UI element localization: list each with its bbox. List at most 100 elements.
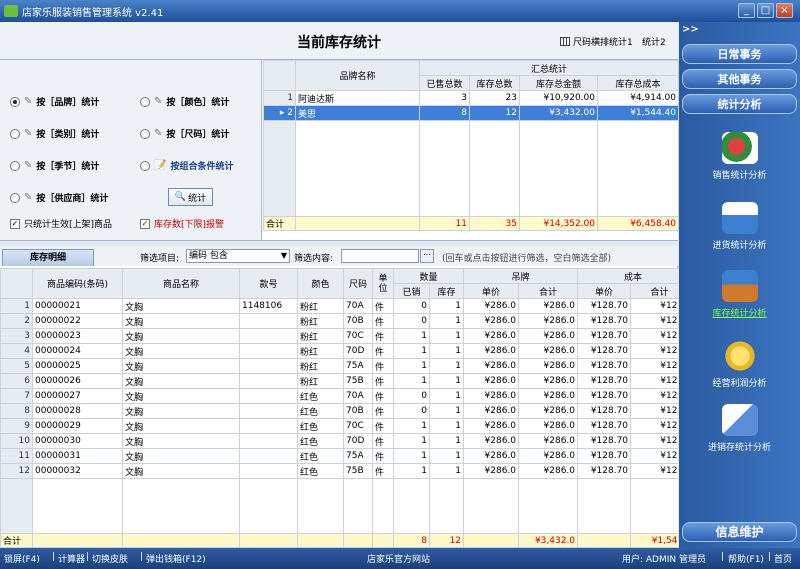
stock-cell: 1 — [428, 403, 465, 419]
help-link[interactable]: 帮助(F1) — [728, 552, 764, 565]
option-by-category[interactable]: ✎ 按［类别］统计 — [10, 127, 99, 140]
col-size[interactable]: 尺码 — [343, 268, 373, 299]
stock-alarm-checkbox[interactable]: ✓ 库存数[下限]报警 — [140, 217, 224, 230]
unit-cell: 件 — [372, 388, 394, 404]
stat-options-panel: ✎ 按［品牌］统计 ✎ 按［颜色］统计 ✎ 按［类别］统计 ✎ 按［尺码］统计 ✎ 按［季… — [0, 60, 262, 240]
table-row[interactable]: 12 00000032 文胸 红色 75B 件 1 1 ¥286.0 ¥286.0 ¥128.70 ¥… — [0, 463, 678, 479]
size-horizontal-stat-link[interactable]: 尺码横排统计1 — [560, 35, 633, 48]
stat2-link[interactable]: 统计2 — [642, 35, 666, 48]
radio-button[interactable] — [10, 160, 20, 171]
col-stock[interactable]: 库存总数 — [469, 75, 520, 91]
col-color[interactable]: 颜色 — [297, 268, 344, 299]
minimize-button[interactable]: _ — [738, 3, 755, 18]
col-tag-sum[interactable]: 合计 — [518, 283, 579, 299]
row-index: 4 — [0, 343, 33, 359]
table-row[interactable]: 5 00000025 文胸 粉红 75A 件 1 1 ¥286.0 ¥286.0 ¥128.70 ¥1… — [0, 358, 678, 374]
user-info: 用户: ADMIN 管理员 — [622, 555, 706, 565]
checkbox[interactable]: ✓ — [140, 218, 150, 229]
nav-daily-affairs[interactable]: 日常事务 — [682, 44, 797, 64]
option-label: 按［季节］统计 — [36, 162, 100, 172]
col-brand[interactable]: 品牌名称 — [295, 60, 420, 91]
filter-go-button[interactable]: ⋯ — [420, 249, 434, 263]
table-row[interactable]: 1 阿迪达斯 3 23 ¥10,920.00 ¥4,914.00 — [263, 90, 680, 106]
sidebar-item-psi-stat[interactable]: 进销存统计分析 — [679, 404, 800, 453]
option-by-supplier[interactable]: ✎ 按［供应商］统计 — [10, 191, 108, 204]
pin-icon: ✎ — [154, 128, 163, 139]
row-index: 10 — [0, 433, 33, 449]
app-icon — [4, 5, 18, 17]
row-index: 11 — [0, 448, 33, 464]
sidebar-item-stock-stat[interactable]: 库存统计分析 — [679, 270, 800, 319]
col-sold[interactable]: 已销 — [393, 283, 430, 299]
table-row-selected[interactable]: ▸ 2 美思 8 12 ¥3,432.00 ¥1,544.40 — [263, 105, 680, 121]
stat-button[interactable]: 🔍 统计 — [168, 188, 213, 206]
col-sold[interactable]: 已售总数 — [419, 75, 470, 91]
option-by-combined[interactable]: 📝 按组合条件统计 — [140, 159, 233, 172]
only-active-goods-checkbox[interactable]: ✓ 只统计生效[上架]商品 — [10, 217, 112, 230]
col-unit[interactable]: 单位 — [372, 268, 394, 299]
col-model[interactable]: 款号 — [239, 268, 298, 299]
nav-stat-analysis[interactable]: 统计分析 — [682, 94, 797, 114]
col-tag-price[interactable]: 单价 — [463, 283, 520, 299]
lock-screen-link[interactable]: 锁屏(F4) — [4, 552, 40, 565]
price-cell: ¥286.0 — [463, 403, 520, 419]
col-cost-price[interactable]: 单价 — [577, 283, 632, 299]
tab-stock-detail[interactable]: 库存明细 — [2, 249, 94, 266]
table-row[interactable]: 1 00000021 文胸 1148106 粉红 70A 件 0 1 ¥286.0 ¥286.0 ¥1… — [0, 298, 678, 314]
table-row[interactable]: 8 00000028 文胸 红色 70B 件 0 1 ¥286.0 ¥286.0 ¥128.70 ¥1… — [0, 403, 678, 419]
cash-drawer-link[interactable]: 弹出钱箱(F12) — [146, 552, 206, 565]
option-by-size[interactable]: ✎ 按［尺码］统计 — [140, 127, 229, 140]
csum-cell: ¥128. — [630, 388, 678, 404]
table-row[interactable]: 10 00000030 文胸 红色 70D 件 1 1 ¥286.0 ¥286.0 ¥128.70 ¥… — [0, 433, 678, 449]
col-name[interactable]: 商品名称 — [122, 268, 240, 299]
pin-icon: ✎ — [24, 128, 33, 139]
table-row[interactable]: 9 00000029 文胸 红色 70C 件 1 1 ¥286.0 ¥286.0 ¥128.70 ¥1… — [0, 418, 678, 434]
radio-button[interactable] — [10, 96, 20, 107]
total-sold: 11 — [419, 216, 470, 231]
radio-button[interactable] — [10, 192, 20, 203]
filter-content-input[interactable] — [341, 249, 419, 263]
checkbox[interactable]: ✓ — [10, 218, 20, 229]
model-cell — [239, 373, 298, 389]
radio-button[interactable] — [140, 96, 150, 107]
table-row[interactable]: 4 00000024 文胸 粉红 70D 件 1 1 ¥286.0 ¥286.0 ¥128.70 ¥1… — [0, 343, 678, 359]
row-index: 9 — [0, 418, 33, 434]
table-row[interactable]: 6 00000026 文胸 粉红 75B 件 1 1 ¥286.0 ¥286.0 ¥128.70 ¥1… — [0, 373, 678, 389]
radio-button[interactable] — [10, 128, 20, 139]
table-row[interactable]: 7 00000027 文胸 红色 70A 件 0 1 ¥286.0 ¥286.0 ¥128.70 ¥1… — [0, 388, 678, 404]
nav-info-maintenance[interactable]: 信息维护 — [682, 522, 797, 542]
sidebar-item-label: 进销存统计分析 — [707, 443, 771, 453]
sidebar-item-profit-stat[interactable]: 经营利润分析 — [679, 340, 800, 389]
table-row[interactable]: 3 00000023 文胸 粉红 70C 件 1 1 ¥286.0 ¥286.0 ¥128.70 ¥1… — [0, 328, 678, 344]
home-link[interactable]: 首页 — [774, 552, 792, 565]
option-by-color[interactable]: ✎ 按［颜色］统计 — [140, 95, 229, 108]
name-cell: 文胸 — [122, 448, 240, 464]
table-row[interactable]: 11 00000031 文胸 红色 75A 件 1 1 ¥286.0 ¥286.0 ¥128.70 ¥… — [0, 448, 678, 464]
option-by-season[interactable]: ✎ 按［季节］统计 — [10, 159, 99, 172]
maximize-button[interactable]: □ — [757, 3, 774, 18]
col-code[interactable]: 商品编码(条码) — [32, 268, 123, 299]
stock-cell: 1 — [428, 388, 465, 404]
radio-button[interactable] — [140, 128, 150, 139]
sidebar-item-sales-stat[interactable]: 销售统计分析 — [679, 132, 800, 181]
option-by-brand[interactable]: ✎ 按［品牌］统计 — [10, 95, 99, 108]
table-row[interactable]: 2 00000022 文胸 粉红 70B 件 0 1 ¥286.0 ¥286.0 ¥128.70 ¥1… — [0, 313, 678, 329]
name-cell: 文胸 — [122, 373, 240, 389]
sidebar-item-purchase-stat[interactable]: 进货统计分析 — [679, 202, 800, 251]
calculator-link[interactable]: 计算器 — [58, 552, 85, 565]
radio-button[interactable] — [140, 160, 150, 171]
name-cell: 文胸 — [122, 298, 240, 314]
col-stock[interactable]: 库存 — [428, 283, 465, 299]
col-amount[interactable]: 库存总金额 — [519, 75, 598, 91]
group-header: 汇总统计 — [418, 60, 680, 76]
pin-icon: ✎ — [24, 160, 33, 171]
col-cost[interactable]: 库存总成本 — [596, 75, 680, 91]
collapse-toggle[interactable]: >> — [682, 24, 699, 35]
close-button[interactable]: × — [776, 3, 793, 18]
nav-other-affairs[interactable]: 其他事务 — [682, 69, 797, 89]
switch-skin-link[interactable]: 切换皮肤 — [92, 552, 128, 565]
filter-select[interactable]: 编码 包含 ▼ — [186, 249, 290, 263]
col-cost-sum[interactable]: 合计 — [630, 283, 678, 299]
official-site-link[interactable]: 店家乐官方网站 — [367, 552, 430, 565]
row-index: 12 — [0, 463, 33, 479]
